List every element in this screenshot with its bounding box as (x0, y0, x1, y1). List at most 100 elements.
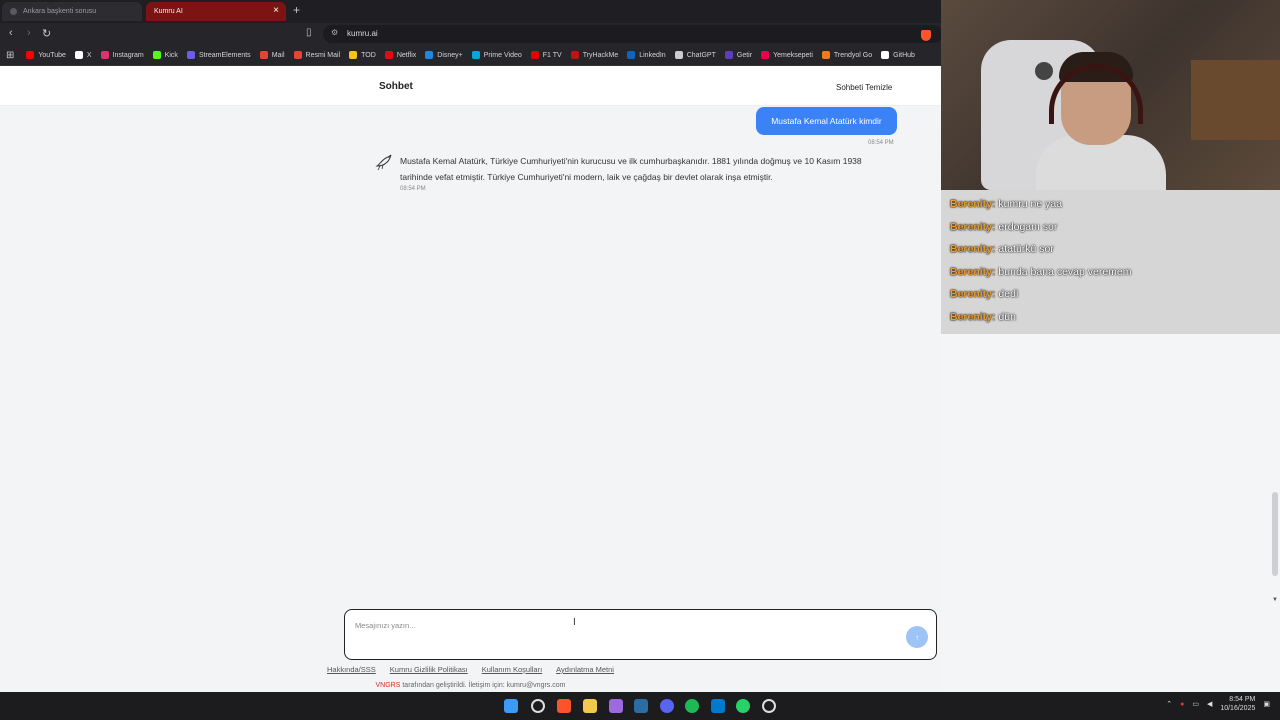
bookmark-label: Prime Video (483, 51, 522, 59)
chat-text: erdoganı sor (995, 220, 1058, 233)
chat-text: atatürkü sor (995, 243, 1054, 256)
page-title: Sohbet (379, 81, 413, 92)
bookmark-item[interactable]: GitHub (881, 51, 915, 59)
scroll-down-icon[interactable]: ▼ (1272, 597, 1278, 603)
bookmark-favicon-icon (570, 51, 579, 59)
footer-note-text: tarafından geliştirildi. İletişim için: … (400, 682, 566, 689)
tab-bar: Ankara başkenti sorusu Kumru AI × + (0, 0, 941, 23)
reload-icon[interactable]: ↻ (42, 27, 51, 40)
bookmark-item[interactable]: Yemeksepeti (761, 51, 813, 59)
bookmark-label: Mail (271, 51, 285, 59)
chat-text: dedi (995, 288, 1019, 301)
whatsapp-icon[interactable] (736, 699, 750, 713)
bookmark-item[interactable]: LinkedIn (627, 51, 666, 59)
bookmarks-bar: ⊞ YouTube X Instagram Kick StreamElements Mai… (0, 45, 941, 66)
clock-time: 8:54 PM (1229, 696, 1256, 703)
apps-grid-icon[interactable]: ⊞ (6, 50, 14, 61)
bookmark-icon[interactable]: ▯ (306, 27, 312, 38)
windows-start-icon[interactable] (504, 699, 518, 713)
background-shelf (1191, 60, 1280, 140)
address-bar[interactable]: ⚙ kumru.ai (323, 25, 943, 43)
file-explorer-icon[interactable] (583, 699, 597, 713)
chat-message: Berenity: dedi (941, 288, 1280, 311)
app-icon[interactable] (609, 699, 623, 713)
search-icon[interactable] (531, 699, 545, 713)
forward-icon[interactable]: › (27, 27, 31, 39)
chat-message: Berenity: dün (941, 311, 1280, 334)
webcam-overlay (941, 0, 1280, 190)
spotify-icon[interactable] (685, 699, 699, 713)
bookmark-item[interactable]: X (74, 51, 92, 59)
brave-shields-icon[interactable] (921, 30, 931, 41)
bookmark-item[interactable]: Trendyol Go (821, 51, 872, 59)
bookmark-label: Getir (736, 51, 753, 59)
bookmark-item[interactable]: F1 TV (530, 51, 562, 59)
bookmark-item[interactable]: Resmi Mail (293, 51, 340, 59)
chair-logo (1035, 62, 1053, 80)
footer-note: VNGRS tarafından geliştirildi. İletişim … (0, 682, 941, 689)
bookmark-item[interactable]: Mail (259, 51, 285, 59)
bookmark-item[interactable]: StreamElements (186, 51, 251, 59)
bookmark-favicon-icon (821, 51, 830, 59)
bookmark-favicon-icon (26, 51, 35, 59)
bookmark-item[interactable]: Instagram (100, 51, 144, 59)
chat-username: Berenity: (950, 265, 996, 278)
chat-text: kumru ne yaa (995, 198, 1063, 210)
bookmark-item[interactable]: TryHackMe (570, 51, 618, 59)
clock-date: 10/16/2025 (1220, 705, 1256, 712)
footer-link-about[interactable]: Hakkında/SSS (327, 665, 376, 674)
chat-username: Berenity: (950, 198, 996, 210)
tab-title: Kumru AI (154, 8, 183, 15)
bookmark-item[interactable]: Prime Video (471, 51, 522, 59)
chevron-up-icon[interactable]: ⌃ (1166, 700, 1172, 708)
network-icon[interactable]: ▭ (1192, 700, 1199, 708)
bookmark-favicon-icon (152, 51, 161, 59)
footer-link-privacy[interactable]: Kumru Gizlilik Politikası (390, 665, 468, 674)
close-tab-icon[interactable]: × (273, 5, 279, 16)
bookmark-label: StreamElements (198, 51, 251, 59)
bookmark-item[interactable]: Disney+ (425, 51, 463, 59)
stream-chat-overlay: Berenity: kumru ne yaa Berenity: erdoganı… (941, 190, 1280, 334)
microphone-icon[interactable]: ● (1180, 701, 1184, 708)
bookmark-label: TOD (361, 51, 376, 59)
app-icon[interactable] (762, 699, 776, 713)
chat-text: bunda bana cevap veremem (995, 265, 1132, 278)
clock[interactable]: 8:54 PM 10/16/2025 (1220, 695, 1255, 713)
bookmark-item[interactable]: ChatGPT (674, 51, 716, 59)
discord-icon[interactable] (660, 699, 674, 713)
bookmark-item[interactable]: YouTube (26, 51, 66, 59)
chat-header: Sohbet Sohbeti Temizle (0, 66, 941, 106)
tab-ankara[interactable]: Ankara başkenti sorusu (2, 2, 142, 21)
chat-message: Berenity: kumru ne yaa (941, 198, 1280, 221)
new-tab-icon[interactable]: + (293, 3, 300, 17)
bookmark-favicon-icon (349, 51, 358, 59)
bookmark-favicon-icon (74, 51, 83, 59)
bookmark-item[interactable]: Kick (152, 51, 178, 59)
user-message-time: 08:54 PM (868, 140, 894, 146)
volume-icon[interactable]: ◀ (1207, 700, 1212, 708)
back-icon[interactable]: ‹ (9, 27, 13, 39)
footer-link-disclosure[interactable]: Aydınlatma Metni (556, 665, 614, 674)
notifications-icon[interactable]: ▣ (1263, 700, 1270, 708)
bookmark-item[interactable]: Getir (724, 51, 753, 59)
footer-link-terms[interactable]: Kullanım Koşulları (482, 665, 542, 674)
bookmark-label: Kick (164, 51, 178, 59)
clear-chat-button[interactable]: Sohbeti Temizle (829, 77, 900, 97)
bookmark-favicon-icon (425, 51, 434, 59)
message-input[interactable] (355, 618, 895, 632)
scrollbar-thumb[interactable] (1272, 492, 1278, 576)
user-message-bubble: Mustafa Kemal Atatürk kimdir (756, 107, 897, 135)
steam-icon[interactable] (634, 699, 648, 713)
arrow-up-icon: ↑ (915, 632, 919, 642)
footer-brand: VNGRS (375, 682, 401, 689)
tab-title: Ankara başkenti sorusu (23, 8, 97, 15)
bookmark-favicon-icon (674, 51, 683, 59)
brave-browser-icon[interactable] (557, 699, 571, 713)
send-button[interactable]: ↑ (906, 626, 928, 648)
site-info-icon[interactable]: ⚙ (331, 28, 338, 37)
bookmark-item[interactable]: Netflix (384, 51, 417, 59)
bookmark-label: Netflix (396, 51, 417, 59)
bookmark-item[interactable]: TOD (349, 51, 376, 59)
vscode-icon[interactable] (711, 699, 725, 713)
tab-kumru-ai[interactable]: Kumru AI × (146, 2, 286, 21)
